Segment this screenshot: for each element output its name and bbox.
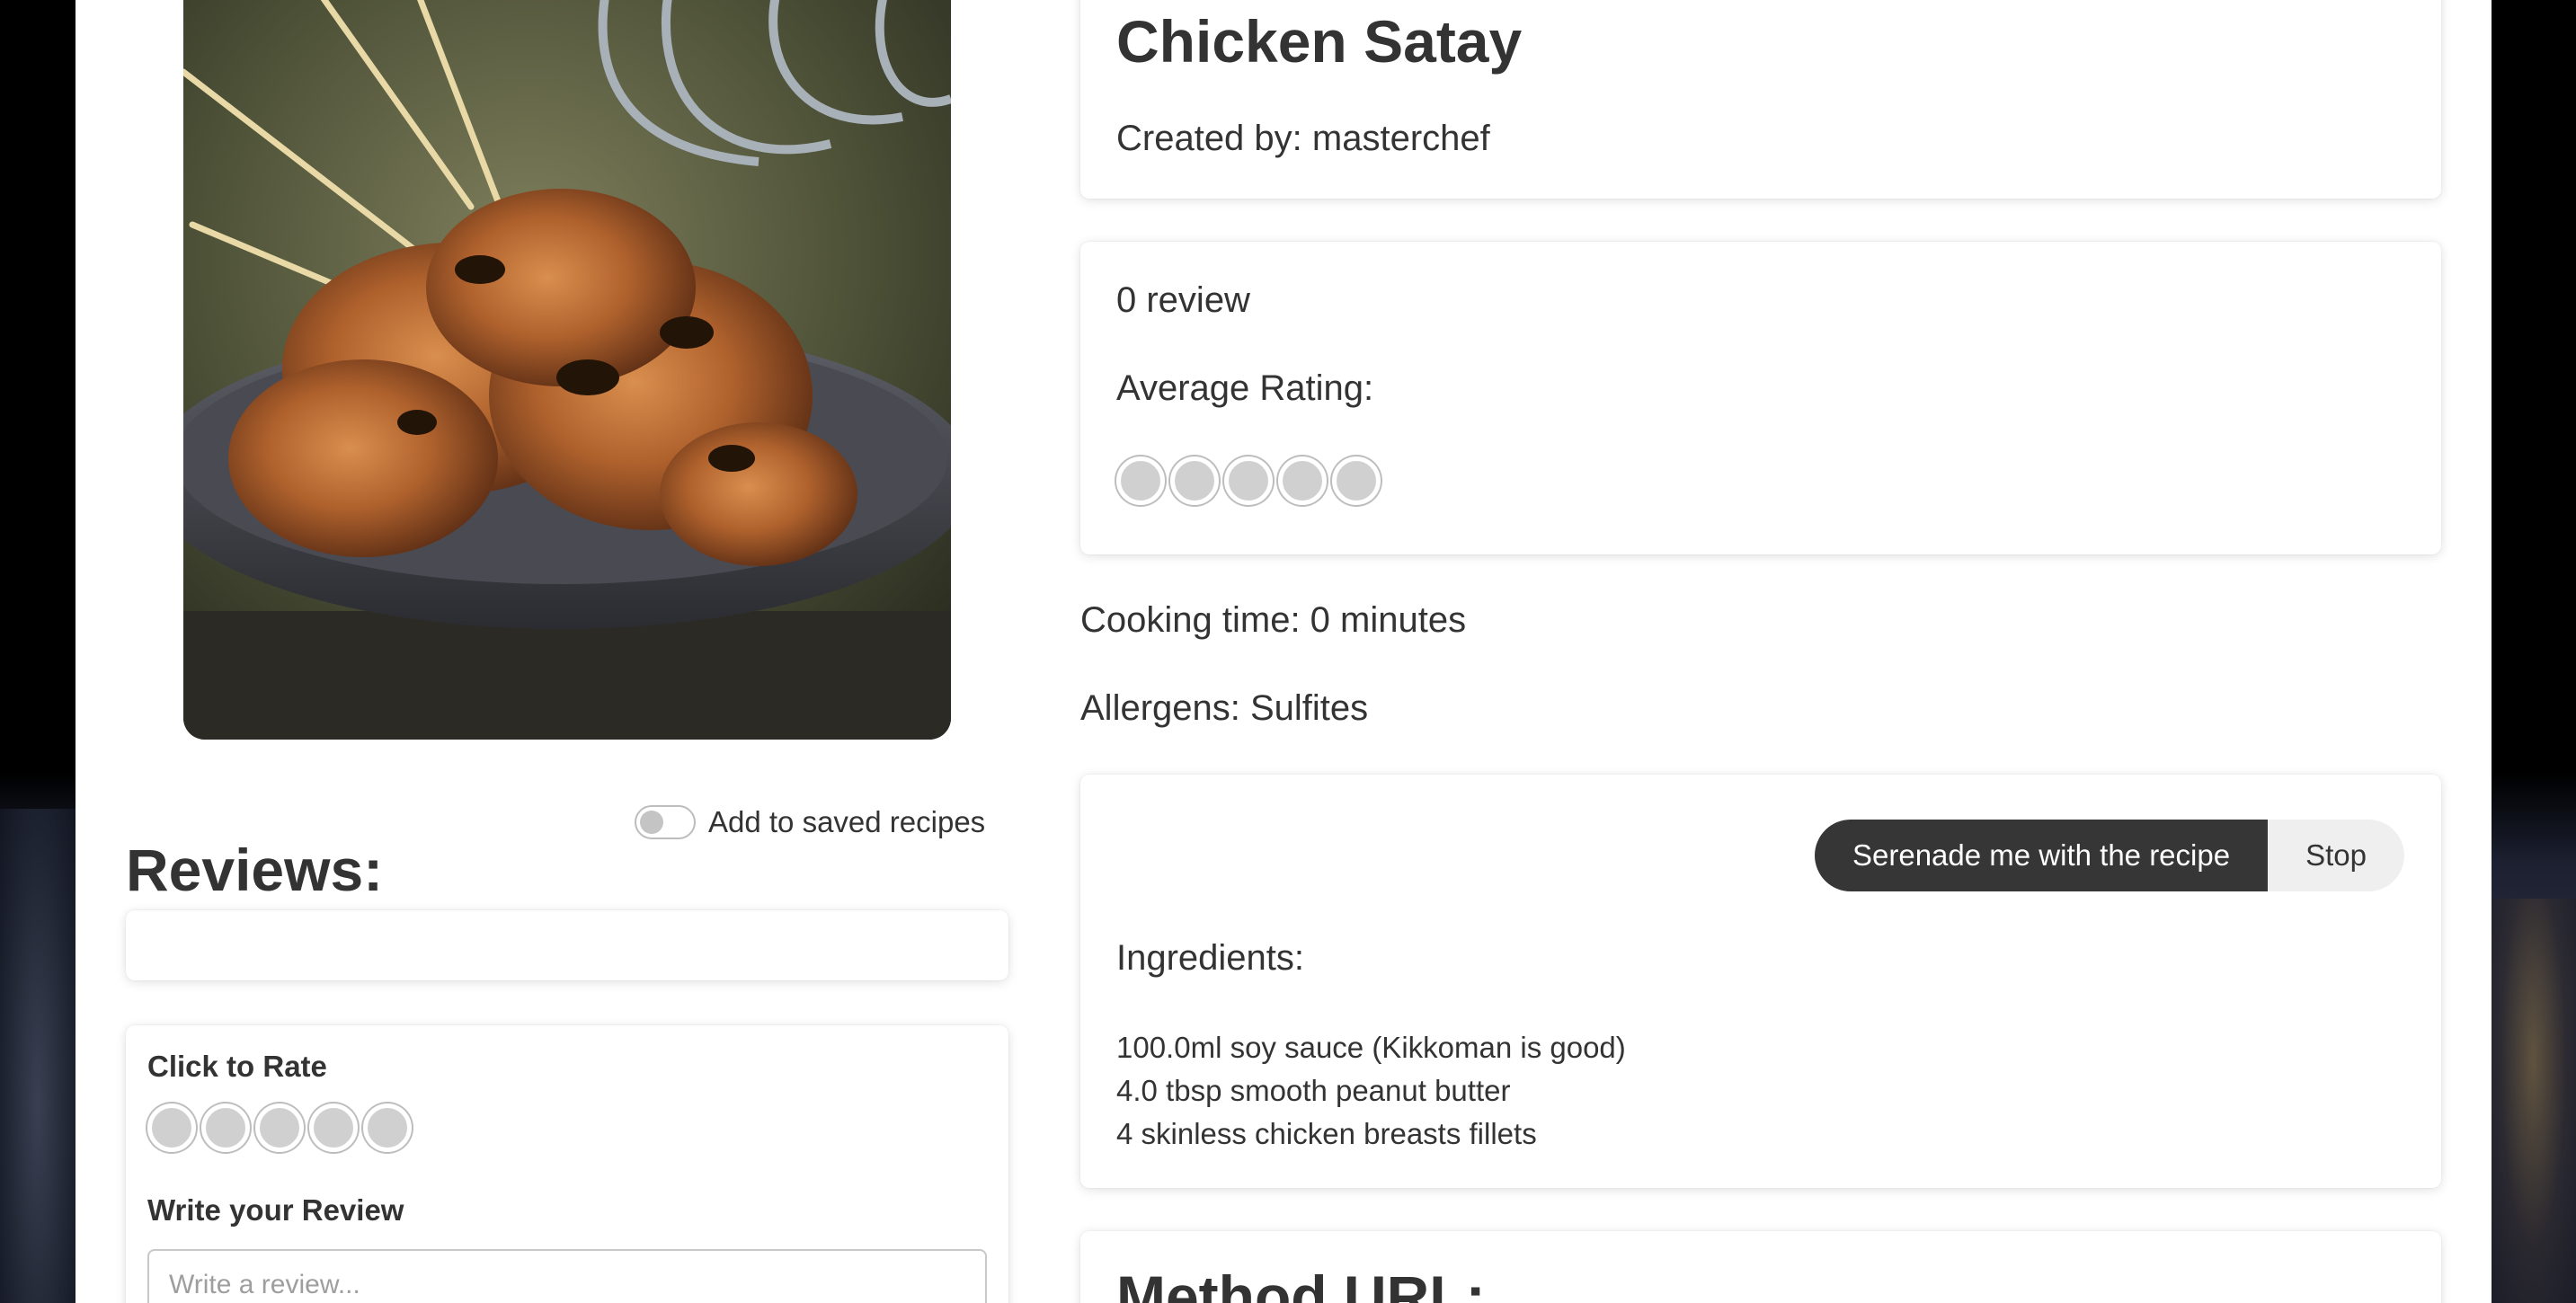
- avg-rating-circle-4: [1278, 456, 1327, 505]
- average-rating-display: [1116, 456, 1381, 505]
- save-recipe-switch[interactable]: [635, 805, 696, 839]
- reviews-list: [126, 910, 1008, 980]
- avg-rating-circle-1: [1116, 456, 1165, 505]
- save-recipe-toggle-row: Add to saved recipes: [635, 802, 985, 842]
- avg-rating-circle-3: [1224, 456, 1273, 505]
- click-to-rate-label: Click to Rate: [147, 1050, 327, 1083]
- rating-input: [147, 1104, 412, 1152]
- recipe-author: Created by: masterchef: [1116, 119, 1490, 158]
- backdrop-right-blur: [2491, 899, 2576, 1303]
- review-input[interactable]: [147, 1249, 987, 1303]
- stop-button[interactable]: Stop: [2268, 820, 2404, 891]
- recipe-title: Chicken Satay: [1116, 8, 1523, 75]
- review-count: 0 review: [1116, 280, 1250, 320]
- ingredient-list: 100.0ml soy sauce (Kikkoman is good) 4.0…: [1116, 1026, 1626, 1156]
- serenade-button[interactable]: Serenade me with the recipe: [1815, 820, 2269, 891]
- ingredient-item: 4.0 tbsp smooth peanut butter: [1116, 1074, 1511, 1107]
- ingredient-item: 100.0ml soy sauce (Kikkoman is good): [1116, 1031, 1626, 1064]
- rate-circle-3[interactable]: [255, 1104, 304, 1152]
- method-url-heading: Method URL:: [1116, 1263, 1486, 1303]
- rate-circle-5[interactable]: [363, 1104, 412, 1152]
- backdrop-left-blur: [0, 809, 76, 1303]
- save-recipe-label: Add to saved recipes: [708, 805, 986, 838]
- average-rating-label: Average Rating:: [1116, 368, 1374, 408]
- audio-controls: Serenade me with the recipe Stop: [1815, 820, 2404, 891]
- ingredient-item: 4 skinless chicken breasts fillets: [1116, 1117, 1537, 1150]
- ingredients-label: Ingredients:: [1116, 938, 1305, 978]
- cooking-time: Cooking time: 0 minutes: [1080, 600, 1467, 640]
- reviews-heading: Reviews:: [126, 837, 384, 903]
- avg-rating-circle-2: [1170, 456, 1219, 505]
- allergens: Allergens: Sulfites: [1080, 688, 1369, 728]
- recipe-image: [183, 0, 951, 740]
- recipe-page: Add to saved recipes Reviews: Click to R…: [76, 0, 2492, 1303]
- write-review-label: Write your Review: [147, 1193, 404, 1227]
- avg-rating-circle-5: [1332, 456, 1381, 505]
- switch-knob: [640, 811, 663, 834]
- rate-circle-1[interactable]: [147, 1104, 196, 1152]
- rate-circle-2[interactable]: [201, 1104, 250, 1152]
- rate-circle-4[interactable]: [309, 1104, 358, 1152]
